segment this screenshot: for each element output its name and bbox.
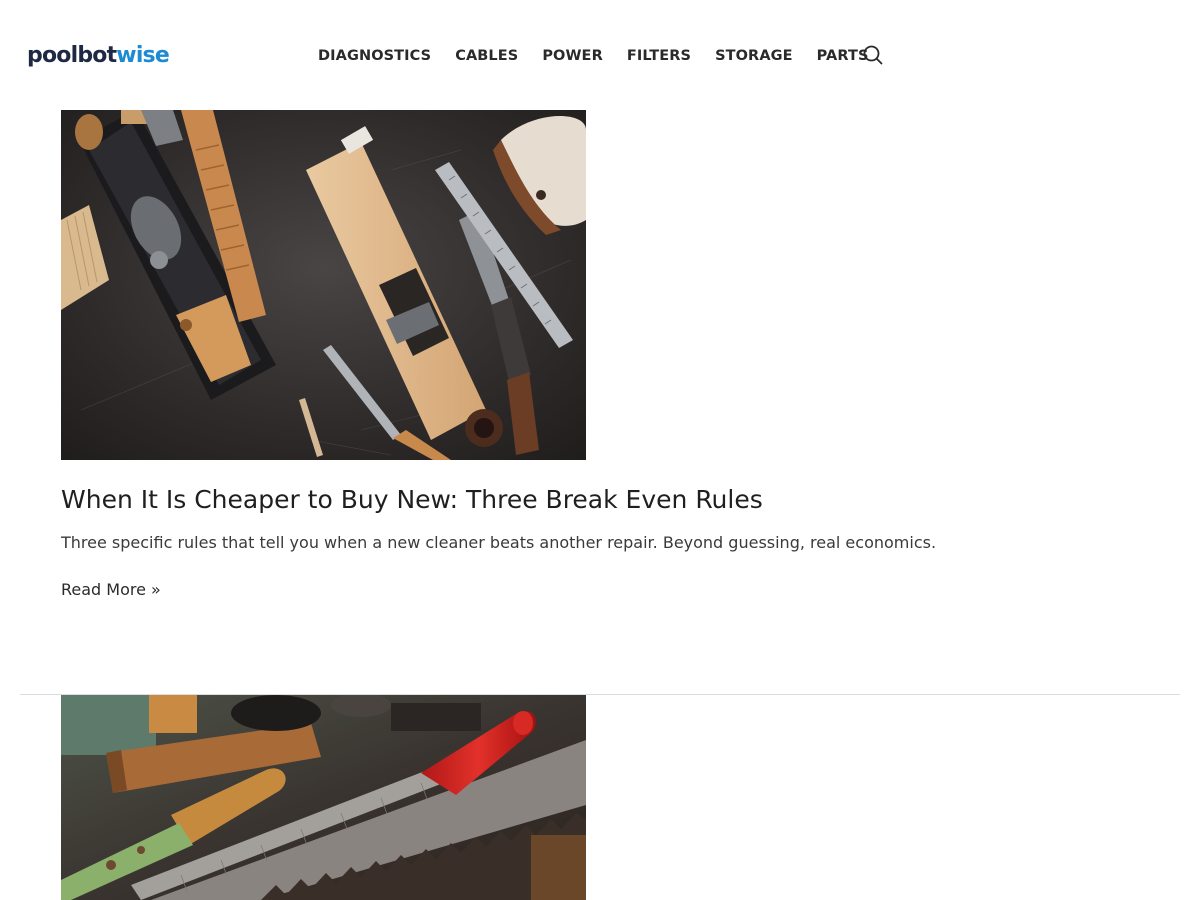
logo-text-accent: wise: [116, 43, 169, 68]
search-icon: [863, 45, 883, 65]
site-header: poolbotwise DIAGNOSTICS CABLES POWER FIL…: [0, 0, 1200, 110]
read-more-link[interactable]: Read More »: [61, 578, 161, 602]
nav-item-filters[interactable]: FILTERS: [627, 45, 691, 67]
logo-text-primary: poolbot: [27, 43, 117, 68]
nav-item-diagnostics[interactable]: DIAGNOSTICS: [318, 45, 431, 67]
post-excerpt: Three specific rules that tell you when …: [61, 533, 937, 552]
site-logo[interactable]: poolbotwise: [27, 41, 170, 71]
search-button[interactable]: [862, 44, 884, 66]
post-thumbnail-link[interactable]: [61, 110, 586, 460]
woodworking-hand-tools-photo: [61, 110, 586, 460]
nav-item-storage[interactable]: STORAGE: [715, 45, 793, 67]
nav-item-parts[interactable]: PARTS: [817, 45, 869, 67]
post-title[interactable]: When It Is Cheaper to Buy New: Three Bre…: [61, 483, 763, 517]
nav-list: DIAGNOSTICS CABLES POWER FILTERS STORAGE…: [318, 45, 869, 67]
nav-item-cables[interactable]: CABLES: [455, 45, 518, 67]
nav-item-power[interactable]: POWER: [542, 45, 603, 67]
page: poolbotwise DIAGNOSTICS CABLES POWER FIL…: [0, 0, 1200, 900]
file-and-saw-tools-photo: [61, 695, 586, 900]
post-thumbnail-link[interactable]: [61, 695, 586, 900]
